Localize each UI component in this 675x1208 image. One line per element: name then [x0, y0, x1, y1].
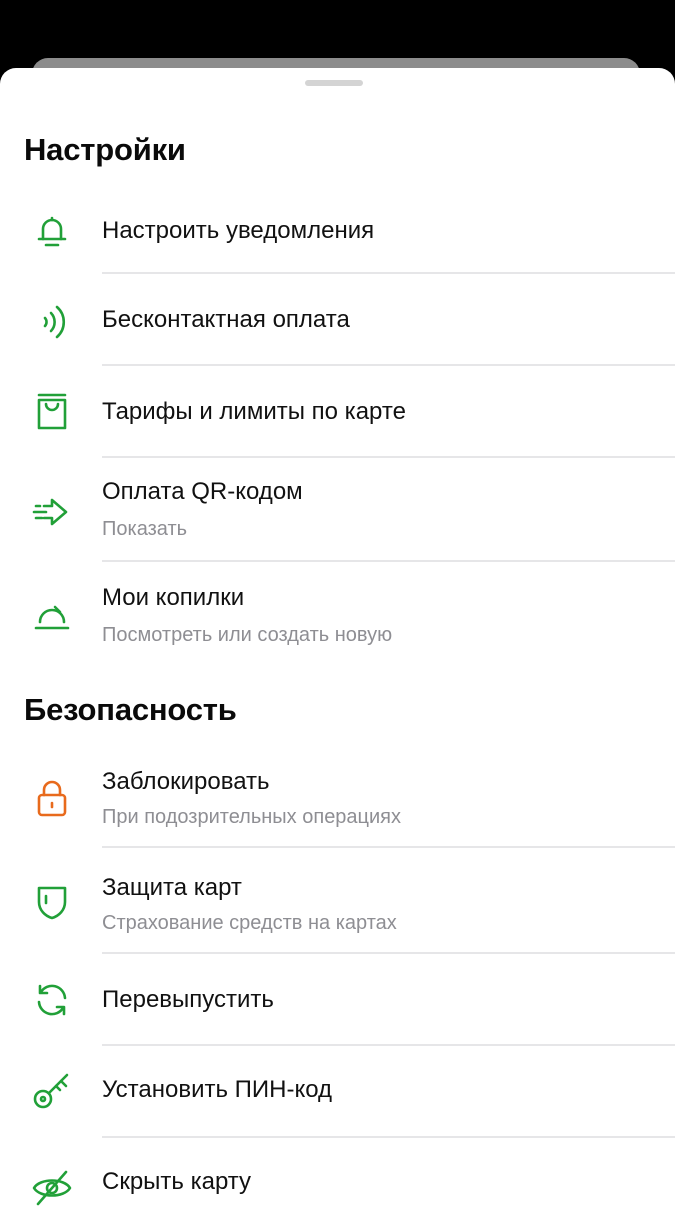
menu-item-set-pin[interactable]: Установить ПИН-код	[0, 1046, 675, 1138]
menu-item-card-protection[interactable]: Защита карт Страхование средств на карта…	[0, 848, 675, 954]
menu-item-piggy-banks[interactable]: Мои копилки Посмотреть или создать новую	[0, 562, 675, 662]
menu-item-subtitle: Посмотреть или создать новую	[102, 624, 393, 646]
bell-icon	[26, 206, 78, 258]
contactless-icon	[26, 296, 78, 348]
menu-item-subtitle: Страхование средств на картах	[102, 912, 397, 934]
shield-icon	[26, 876, 78, 928]
section-title-settings: Настройки	[24, 132, 186, 167]
menu-item-notifications[interactable]: Настроить уведомления	[0, 196, 675, 274]
menu-item-title: Заблокировать	[102, 768, 270, 795]
menu-item-qr-payment[interactable]: Оплата QR-кодом Показать	[0, 458, 675, 562]
menu-item-title: Бесконтактная оплата	[102, 306, 350, 333]
bottom-sheet: Настройки Настроить уведомления Бесконта…	[0, 68, 675, 1208]
menu-item-title: Скрыть карту	[102, 1168, 252, 1195]
menu-item-contactless[interactable]: Бесконтактная оплата	[0, 274, 675, 366]
menu-item-title: Тарифы и лимиты по карте	[102, 398, 406, 425]
menu-item-title: Защита карт	[102, 874, 242, 901]
menu-item-title: Установить ПИН-код	[102, 1076, 333, 1103]
eye-off-icon	[26, 1162, 78, 1208]
menu-item-title: Перевыпустить	[102, 986, 274, 1013]
menu-item-subtitle: При подозрительных операциях	[102, 806, 402, 828]
menu-item-reissue[interactable]: Перевыпустить	[0, 954, 675, 1046]
menu-item-tariffs[interactable]: Тарифы и лимиты по карте	[0, 366, 675, 458]
menu-item-title: Мои копилки	[102, 584, 245, 611]
lock-icon	[26, 772, 78, 824]
sheet-grabber[interactable]	[305, 80, 363, 86]
menu-item-hide-card[interactable]: Скрыть карту	[0, 1136, 675, 1208]
menu-item-title: Настроить уведомления	[102, 217, 375, 244]
menu-item-block[interactable]: Заблокировать При подозрительных операци…	[0, 744, 675, 848]
piggy-bank-icon	[26, 588, 78, 640]
section-title-security: Безопасность	[24, 692, 237, 727]
shopping-bag-icon	[26, 386, 78, 438]
menu-item-subtitle: Показать	[102, 518, 188, 540]
arrow-right-icon	[26, 486, 78, 538]
key-icon	[26, 1064, 78, 1116]
refresh-icon	[26, 974, 78, 1026]
menu-item-title: Оплата QR-кодом	[102, 478, 303, 505]
